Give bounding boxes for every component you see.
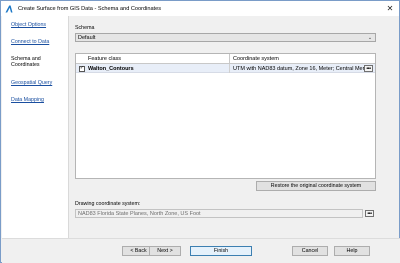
next-button[interactable]: Next > [149,246,181,256]
finish-button[interactable]: Finish [190,246,252,256]
title-bar: Create Surface from GIS Data - Schema an… [1,1,399,16]
nav-item-schema-and-coordinates[interactable]: Schema and Coordinates [11,56,51,68]
feature-class-name: Walton_Contours [88,65,134,72]
drawing-cs-browse-button[interactable]: ••• [365,210,374,217]
schema-label: Schema [75,25,95,31]
drawing-cs-value: NAD83 Florida State Planes, North Zone, … [78,210,201,217]
row-browse-button[interactable]: ••• [364,65,373,72]
table-row[interactable]: ✓ Walton_Contours UTM with NAD83 datum, … [76,64,375,73]
footer: < Back Next > Finish Cancel Help [2,238,400,263]
chevron-down-icon[interactable]: ⌄ [366,34,374,41]
feature-class-cell: ✓ Walton_Contours [76,64,230,73]
dialog-window: Create Surface from GIS Data - Schema an… [0,0,400,263]
restore-coordinate-system-button[interactable]: Restore the original coordinate system [256,181,376,191]
content-panel: Schema Default ⌄ Feature class Coordinat… [70,16,400,238]
schema-value: Default [78,34,96,41]
nav-item-connect-to-data[interactable]: Connect to Data [11,39,66,45]
coordinate-system-cell: UTM with NAD83 datum, Zone 16, Meter; Ce… [233,65,373,72]
autodesk-app-icon [5,5,13,13]
drawing-cs-label: Drawing coordinate system: [75,201,141,207]
cancel-button[interactable]: Cancel [292,246,328,256]
nav-item-geospatial-query[interactable]: Geospatial Query [11,80,66,86]
nav-item-object-options[interactable]: Object Options [11,22,66,28]
schema-dropdown[interactable]: Default ⌄ [75,33,376,42]
column-header-coordinate-system[interactable]: Coordinate system [230,54,375,64]
wizard-nav: Object Options Connect to Data Schema an… [2,16,69,238]
feature-class-grid: Feature class Coordinate system ✓ Walton… [75,53,376,179]
close-icon[interactable]: ✕ [384,3,396,14]
grid-header: Feature class Coordinate system [76,54,375,64]
column-header-feature-class[interactable]: Feature class [76,54,230,64]
help-button[interactable]: Help [334,246,370,256]
drawing-cs-field: NAD83 Florida State Planes, North Zone, … [75,209,363,218]
feature-class-checkbox[interactable]: ✓ [79,65,85,72]
nav-item-data-mapping[interactable]: Data Mapping [11,97,66,103]
window-title: Create Surface from GIS Data - Schema an… [18,5,162,12]
